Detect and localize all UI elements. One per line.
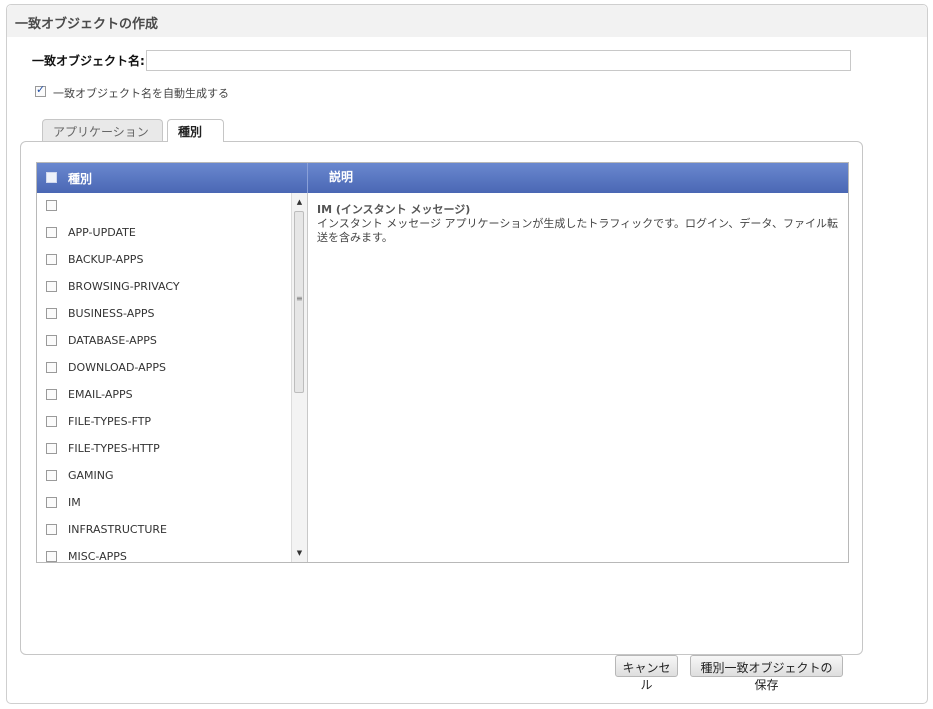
dialog-header: 一致オブジェクトの作成 bbox=[7, 5, 927, 37]
list-item[interactable] bbox=[37, 193, 291, 220]
category-checkbox[interactable] bbox=[46, 470, 57, 481]
tab-category[interactable]: 種別 bbox=[167, 119, 224, 142]
kind-column-label: 種別 bbox=[68, 172, 93, 186]
category-checkbox[interactable] bbox=[46, 335, 57, 346]
category-checkbox[interactable] bbox=[46, 308, 57, 319]
category-table: 種別 説明 APP-UPDATE BACKUP-APPS BROWSING-PRIV… bbox=[36, 162, 849, 563]
dialog-title: 一致オブジェクトの作成 bbox=[15, 17, 159, 32]
category-label: INFRASTRUCTURE bbox=[68, 523, 167, 536]
category-label: GAMING bbox=[68, 469, 114, 482]
category-label: DATABASE-APPS bbox=[68, 334, 157, 347]
category-label: BACKUP-APPS bbox=[68, 253, 144, 266]
category-label: EMAIL-APPS bbox=[68, 388, 133, 401]
object-name-label: 一致オブジェクト名: bbox=[32, 54, 145, 68]
category-label: BROWSING-PRIVACY bbox=[68, 280, 180, 293]
column-divider bbox=[307, 193, 308, 562]
auto-generate-checkbox[interactable] bbox=[35, 83, 46, 97]
list-item[interactable]: DATABASE-APPS bbox=[37, 328, 291, 355]
auto-generate-label: 一致オブジェクト名を自動生成する bbox=[53, 87, 229, 100]
list-item[interactable]: IM bbox=[37, 490, 291, 517]
category-checkbox[interactable] bbox=[46, 227, 57, 238]
list-item[interactable]: FILE-TYPES-HTTP bbox=[37, 436, 291, 463]
category-label: BUSINESS-APPS bbox=[68, 307, 155, 320]
category-checkbox[interactable] bbox=[46, 524, 57, 535]
description-title: IM (インスタント メッセージ) bbox=[317, 203, 471, 216]
category-checkbox[interactable] bbox=[46, 362, 57, 373]
object-name-input[interactable] bbox=[146, 50, 851, 71]
description-pane: IM (インスタント メッセージ) インスタント メッセージ アプリケーションが… bbox=[317, 203, 842, 245]
category-checkbox[interactable] bbox=[46, 254, 57, 265]
category-label: APP-UPDATE bbox=[68, 226, 136, 239]
category-label: FILE-TYPES-HTTP bbox=[68, 442, 160, 455]
tab-application[interactable]: アプリケーション bbox=[42, 119, 163, 141]
scroll-down-icon[interactable]: ▼ bbox=[292, 546, 307, 560]
list-item[interactable]: INFRASTRUCTURE bbox=[37, 517, 291, 544]
category-label: FILE-TYPES-FTP bbox=[68, 415, 152, 428]
description-column-label: 説明 bbox=[329, 170, 354, 184]
select-all-checkbox[interactable] bbox=[46, 172, 57, 183]
list-item[interactable]: BACKUP-APPS bbox=[37, 247, 291, 274]
category-label: MISC-APPS bbox=[68, 550, 127, 562]
list-item[interactable]: EMAIL-APPS bbox=[37, 382, 291, 409]
list-item[interactable]: MISC-APPS bbox=[37, 544, 291, 562]
tab-panel: 種別 説明 APP-UPDATE BACKUP-APPS BROWSING-PRIV… bbox=[20, 141, 863, 655]
list-item[interactable]: BROWSING-PRIVACY bbox=[37, 274, 291, 301]
grip-icon: ≡ bbox=[296, 294, 303, 303]
category-checkbox[interactable] bbox=[46, 416, 57, 427]
cancel-button[interactable]: キャンセル bbox=[615, 655, 678, 692]
category-label: DOWNLOAD-APPS bbox=[68, 361, 166, 374]
scroll-thumb[interactable]: ≡ bbox=[294, 211, 304, 393]
list-item[interactable]: GAMING bbox=[37, 463, 291, 490]
category-checkbox[interactable] bbox=[46, 497, 57, 508]
list-item[interactable]: DOWNLOAD-APPS bbox=[37, 355, 291, 382]
description-text: インスタント メッセージ アプリケーションが生成したトラフィックです。ログイン、… bbox=[317, 217, 839, 244]
category-checkbox[interactable] bbox=[46, 389, 57, 400]
category-label: IM bbox=[68, 496, 81, 509]
category-checkbox[interactable] bbox=[46, 443, 57, 454]
category-checkbox[interactable] bbox=[46, 551, 57, 562]
category-checkbox[interactable] bbox=[46, 200, 57, 211]
category-list: APP-UPDATE BACKUP-APPS BROWSING-PRIVACY BUS… bbox=[37, 193, 291, 562]
list-item[interactable]: BUSINESS-APPS bbox=[37, 301, 291, 328]
list-item[interactable]: FILE-TYPES-FTP bbox=[37, 409, 291, 436]
kind-column-header: 種別 bbox=[37, 163, 308, 193]
list-item[interactable]: APP-UPDATE bbox=[37, 220, 291, 247]
table-header: 種別 説明 bbox=[37, 163, 848, 193]
list-scrollbar[interactable]: ▲ ≡ ▼ bbox=[291, 193, 307, 562]
scroll-up-icon[interactable]: ▲ bbox=[292, 195, 307, 209]
category-checkbox[interactable] bbox=[46, 281, 57, 292]
save-category-match-object-button[interactable]: 種別一致オブジェクトの保存 bbox=[690, 655, 843, 692]
